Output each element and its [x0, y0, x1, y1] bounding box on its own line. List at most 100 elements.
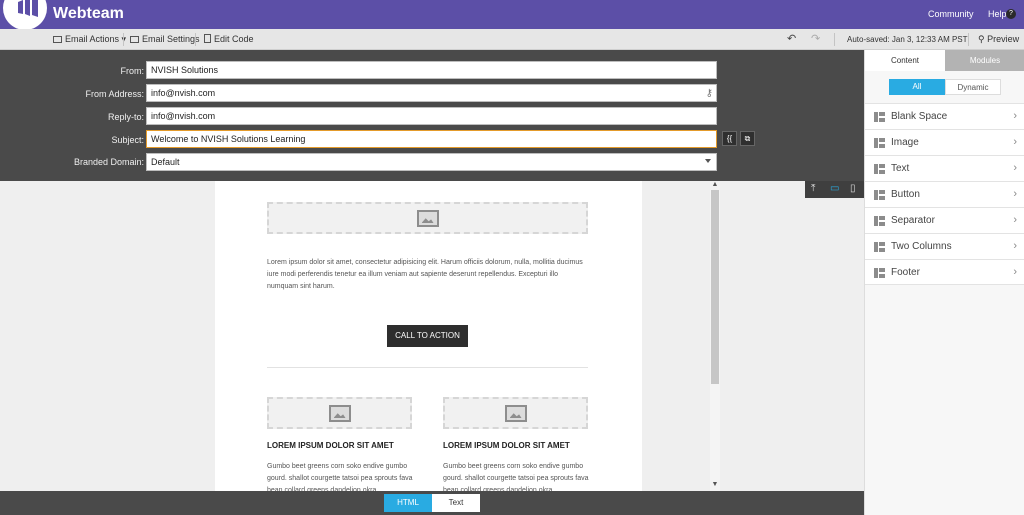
- tab-modules[interactable]: Modules: [945, 50, 1024, 71]
- module-blank-space[interactable]: Blank Space ›: [865, 103, 1024, 129]
- help-icon[interactable]: ?: [1006, 9, 1016, 19]
- redo-icon[interactable]: ↷: [811, 32, 820, 45]
- from-address-field[interactable]: info@nvish.com ⚷: [146, 84, 717, 102]
- module-grid-icon: [874, 242, 885, 252]
- toolbar-divider: [123, 33, 124, 46]
- module-image[interactable]: Image ›: [865, 129, 1024, 155]
- module-grid-icon: [874, 216, 885, 226]
- module-label: Two Columns: [891, 241, 952, 252]
- envelope-settings-icon: [130, 36, 139, 43]
- help-link[interactable]: Help: [988, 9, 1007, 19]
- column-heading[interactable]: LOREM IPSUM DOLOR SIT AMET: [267, 441, 394, 450]
- toolbar-divider: [968, 33, 969, 46]
- tab-content[interactable]: Content: [865, 50, 945, 71]
- scrollbar-thumb[interactable]: [711, 190, 719, 384]
- module-grid-icon: [874, 190, 885, 200]
- tab-html[interactable]: HTML: [384, 494, 432, 512]
- top-header: Webteam Community Help ?: [0, 0, 1024, 30]
- chevron-right-icon: ›: [1013, 188, 1017, 200]
- envelope-icon: [53, 36, 62, 43]
- from-address-value: info@nvish.com: [151, 88, 216, 98]
- image-icon: [416, 210, 439, 227]
- email-header-settings: From: NVISH Solutions From Address: info…: [0, 50, 864, 181]
- mobile-icon[interactable]: ▯: [850, 183, 856, 194]
- from-field[interactable]: NVISH Solutions: [146, 61, 717, 79]
- module-label: Button: [891, 189, 920, 200]
- reply-to-field[interactable]: info@nvish.com: [146, 107, 717, 125]
- module-footer[interactable]: Footer ›: [865, 259, 1024, 285]
- editor-toolbar: Email Actions ▾ Email Settings Edit Code…: [0, 29, 1024, 50]
- column-image-placeholder[interactable]: [267, 397, 412, 429]
- module-grid-icon: [874, 138, 885, 148]
- workspace-title: Webteam: [53, 5, 124, 22]
- magnifier-icon: ⚲: [978, 34, 988, 44]
- insert-token-button[interactable]: {{: [722, 131, 737, 146]
- device-preview-toggle: ⤒ ▭ ▯: [805, 181, 864, 198]
- email-actions-menu[interactable]: Email Actions ▾: [53, 34, 126, 45]
- toolbar-divider: [834, 33, 835, 46]
- preview-button[interactable]: ⚲ Preview: [978, 34, 1019, 45]
- chevron-right-icon: ›: [1013, 162, 1017, 174]
- module-label: Footer: [891, 267, 920, 278]
- image-icon: [504, 405, 527, 422]
- filter-dynamic[interactable]: Dynamic: [945, 79, 1001, 95]
- chevron-right-icon: ›: [1013, 214, 1017, 226]
- filter-all[interactable]: All: [889, 79, 945, 95]
- subject-label: Subject:: [111, 135, 144, 145]
- from-label: From:: [120, 66, 145, 76]
- module-button[interactable]: Button ›: [865, 181, 1024, 207]
- image-placeholder[interactable]: [267, 202, 588, 234]
- branded-domain-label: Branded Domain:: [73, 157, 144, 167]
- column-heading[interactable]: LOREM IPSUM DOLOR SIT AMET: [443, 441, 570, 450]
- scroll-down-icon[interactable]: ▼: [710, 481, 720, 488]
- branded-domain-value: Default: [151, 157, 180, 167]
- autosave-status: Auto-saved: Jan 3, 12:33 AM PST: [847, 35, 968, 44]
- branded-domain-select[interactable]: Default: [146, 153, 717, 171]
- column-image-placeholder[interactable]: [443, 397, 588, 429]
- reply-to-label: Reply-to:: [107, 112, 144, 122]
- module-label: Blank Space: [891, 111, 948, 122]
- toolbar-divider: [195, 33, 196, 46]
- view-mode-bar: HTML Text: [0, 491, 864, 515]
- module-separator[interactable]: Separator ›: [865, 207, 1024, 233]
- code-file-icon: [204, 34, 211, 43]
- module-text[interactable]: Text ›: [865, 155, 1024, 181]
- collapse-header-icon[interactable]: ⤒: [811, 183, 815, 194]
- email-canvas: Lorem ipsum dolor sit amet, consectetur …: [0, 181, 864, 491]
- email-settings-button[interactable]: Email Settings: [130, 34, 200, 44]
- module-label: Text: [891, 163, 910, 174]
- token-picker-icon[interactable]: ⚷: [706, 88, 713, 99]
- copy-icon[interactable]: ⧉: [740, 131, 755, 146]
- separator: [267, 367, 588, 368]
- module-label: Separator: [891, 215, 935, 226]
- image-icon: [328, 405, 351, 422]
- undo-icon[interactable]: ↶: [787, 32, 796, 45]
- chevron-right-icon: ›: [1013, 240, 1017, 252]
- community-link[interactable]: Community: [928, 9, 974, 19]
- from-address-label: From Address:: [85, 89, 144, 99]
- edit-code-button[interactable]: Edit Code: [204, 34, 254, 44]
- logo[interactable]: [3, 0, 47, 30]
- chevron-down-icon: [705, 159, 711, 163]
- module-two-columns[interactable]: Two Columns ›: [865, 233, 1024, 259]
- body-paragraph[interactable]: Lorem ipsum dolor sit amet, consectetur …: [267, 257, 587, 293]
- marketo-logo-icon: [18, 0, 38, 17]
- module-grid-icon: [874, 268, 885, 278]
- column-text[interactable]: Gumbo beet greens corn soko endive gumbo…: [443, 461, 589, 491]
- email-settings-label: Email Settings: [142, 34, 200, 44]
- module-grid-icon: [874, 164, 885, 174]
- tab-text[interactable]: Text: [432, 494, 480, 512]
- module-label: Image: [891, 137, 919, 148]
- email-actions-label: Email Actions ▾: [65, 34, 127, 44]
- call-to-action-button[interactable]: CALL TO ACTION: [387, 325, 468, 347]
- chevron-right-icon: ›: [1013, 266, 1017, 278]
- scroll-up-icon[interactable]: ▲: [710, 181, 720, 188]
- chevron-right-icon: ›: [1013, 110, 1017, 122]
- column-text[interactable]: Gumbo beet greens corn soko endive gumbo…: [267, 461, 413, 491]
- preview-label: Preview: [987, 34, 1020, 44]
- subject-field[interactable]: Welcome to NVISH Solutions Learning: [146, 130, 717, 148]
- module-grid-icon: [874, 112, 885, 122]
- canvas-scrollbar[interactable]: ▲ ▼: [710, 181, 720, 491]
- chevron-right-icon: ›: [1013, 136, 1017, 148]
- desktop-icon[interactable]: ▭: [830, 183, 839, 194]
